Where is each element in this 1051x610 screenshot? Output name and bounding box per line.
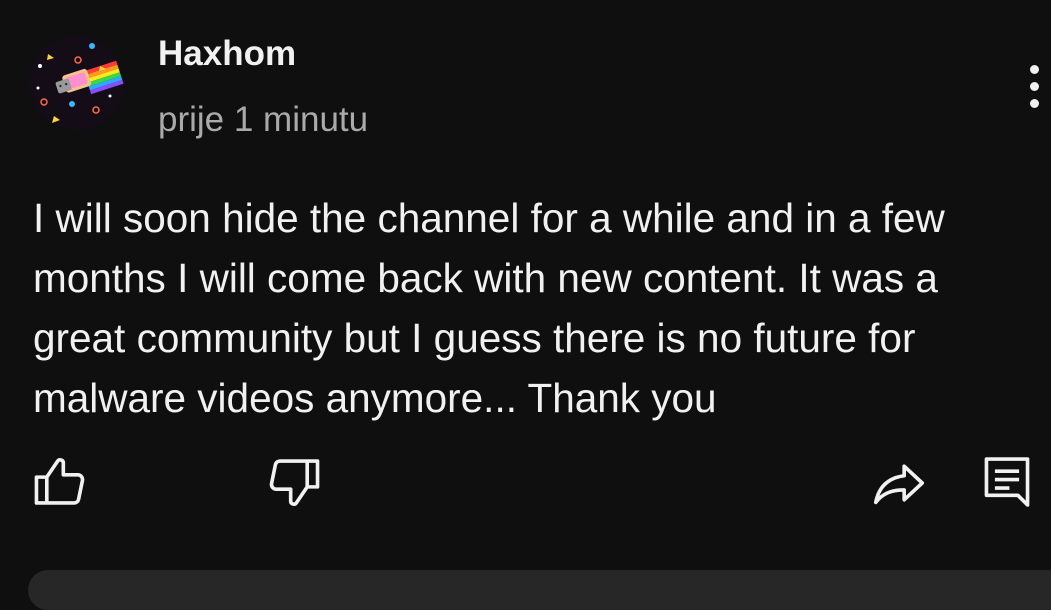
comment-text: I will soon hide the channel for a while…	[33, 195, 945, 421]
thumbs-up-icon	[34, 458, 85, 505]
comment-author[interactable]: Haxhom	[158, 34, 296, 74]
more-options-button[interactable]	[1022, 62, 1046, 112]
thumbs-down-icon	[269, 459, 320, 506]
share-arrow-icon	[873, 464, 925, 505]
nyan-cat-avatar-icon	[30, 36, 124, 130]
comment-timestamp: prije 1 minutu	[158, 100, 369, 139]
reply-comment-icon	[984, 457, 1030, 507]
dislike-button[interactable]	[262, 452, 324, 514]
reply-input-bar[interactable]	[28, 570, 1051, 610]
avatar[interactable]	[30, 36, 124, 130]
like-button[interactable]	[30, 450, 92, 512]
reply-button[interactable]	[980, 453, 1034, 511]
share-button[interactable]	[868, 452, 930, 514]
